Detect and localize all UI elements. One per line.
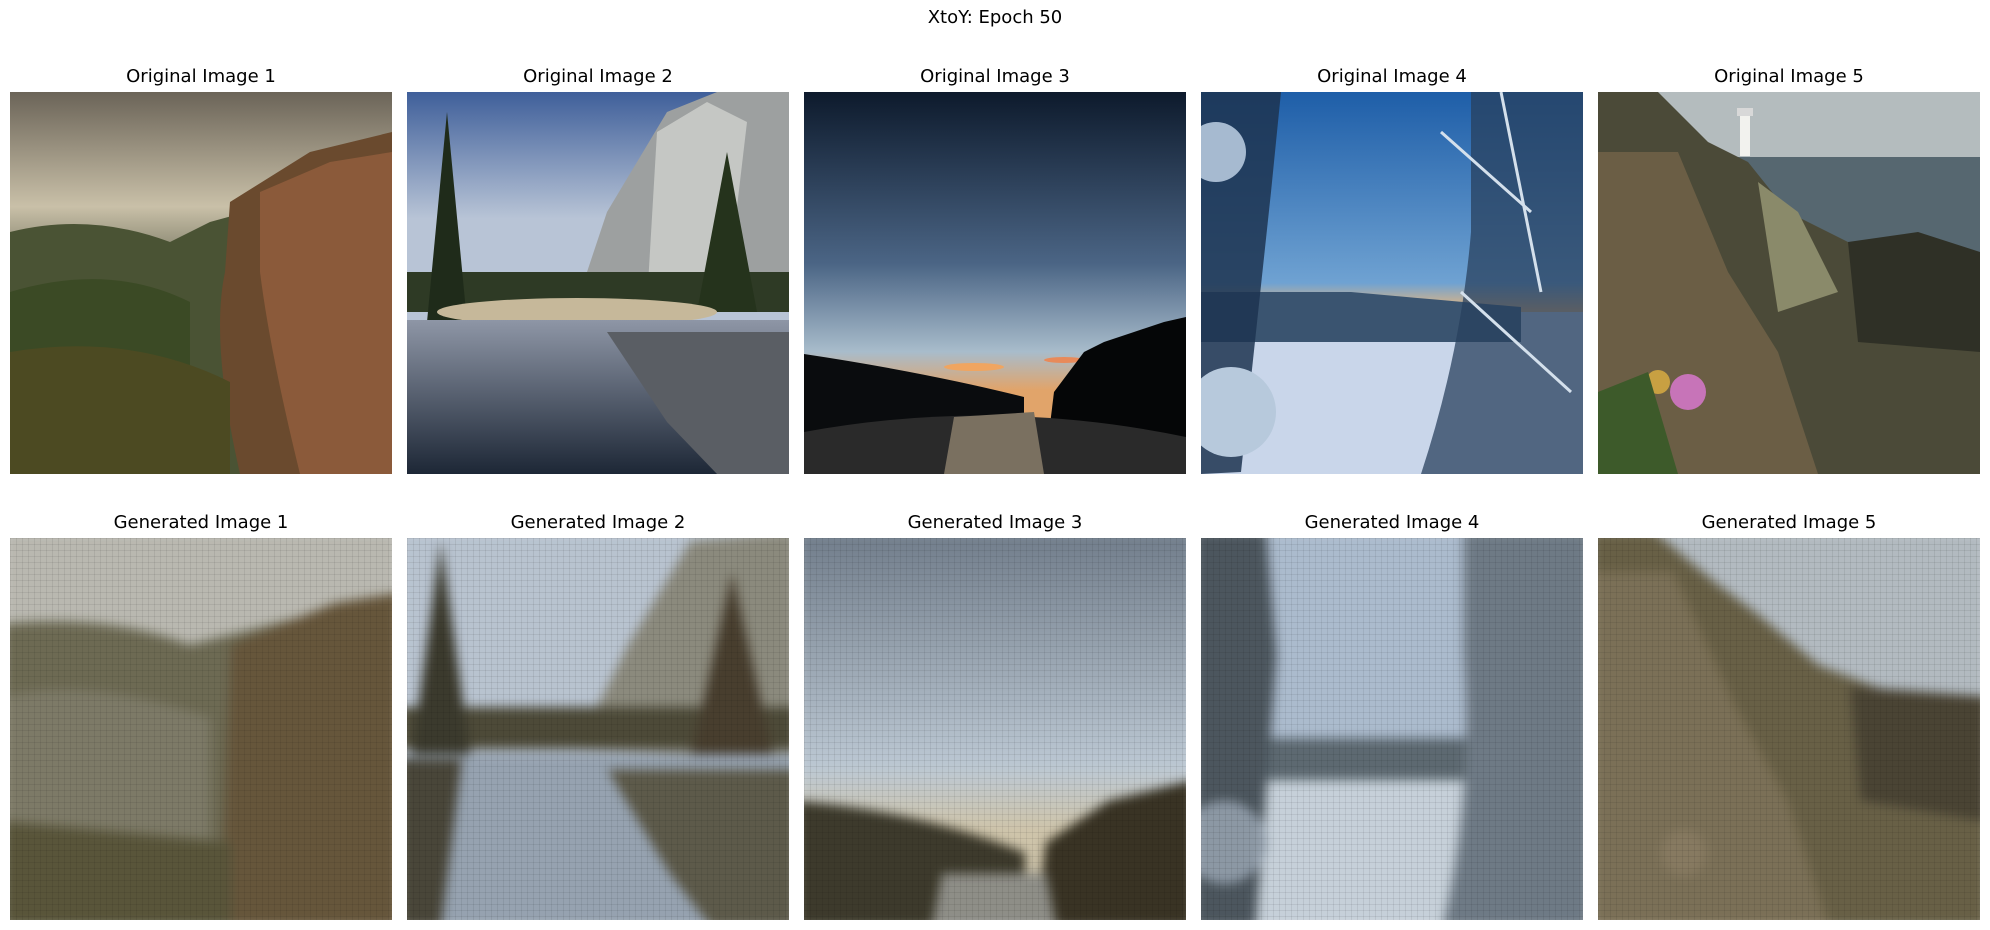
original-image-2	[407, 92, 789, 474]
original-image-4	[1201, 92, 1583, 474]
original-image-1-title: Original Image 1	[126, 66, 276, 87]
figure-title: XtoY: Epoch 50	[927, 7, 1063, 28]
generated-image-5	[1598, 538, 1980, 920]
original-image-5	[1598, 92, 1980, 474]
original-image-1	[10, 92, 392, 474]
original-image-5-title: Original Image 5	[1714, 66, 1864, 87]
generated-image-4	[1201, 538, 1583, 920]
generated-image-2-title: Generated Image 2	[510, 512, 686, 533]
original-image-3-title: Original Image 3	[920, 66, 1070, 87]
generated-image-4-title: Generated Image 4	[1304, 512, 1480, 533]
original-image-3	[804, 92, 1186, 474]
generated-image-1-title: Generated Image 1	[113, 512, 289, 533]
generated-image-2	[407, 538, 789, 920]
generated-image-5-title: Generated Image 5	[1701, 512, 1877, 533]
original-image-4-title: Original Image 4	[1317, 66, 1467, 87]
generated-image-3-title: Generated Image 3	[907, 512, 1083, 533]
generated-image-1	[10, 538, 392, 920]
generated-image-3	[804, 538, 1186, 920]
original-image-2-title: Original Image 2	[523, 66, 673, 87]
